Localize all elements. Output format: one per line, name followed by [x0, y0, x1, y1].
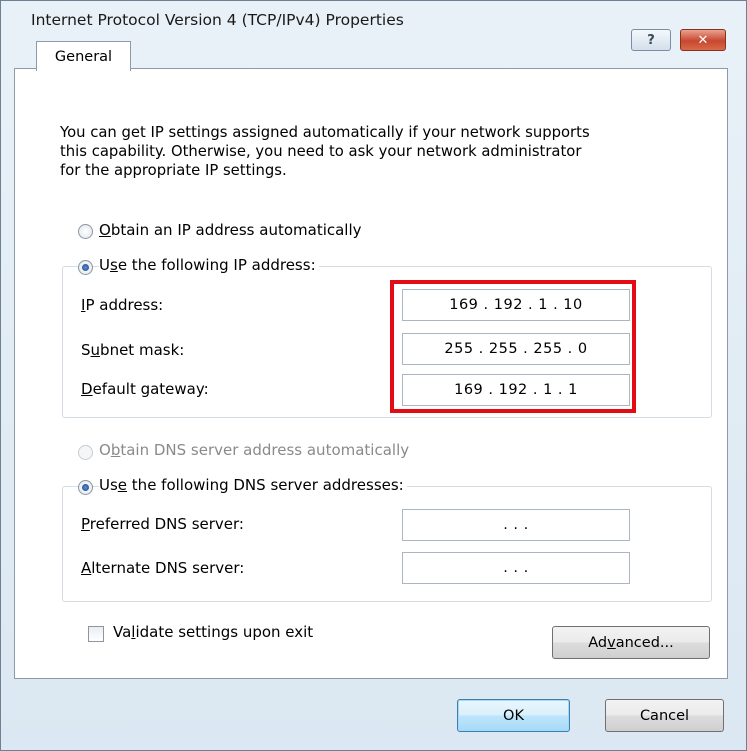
- dns-server-group: [62, 486, 712, 602]
- cancel-button[interactable]: Cancel: [605, 699, 724, 732]
- highlight-box: [390, 280, 636, 413]
- alternate-dns-field[interactable]: . . .: [402, 552, 630, 584]
- title-bar[interactable]: Internet Protocol Version 4 (TCP/IPv4) P…: [1, 1, 746, 51]
- radio-use-following-dns-label[interactable]: Use the following DNS server addresses:: [99, 476, 407, 494]
- radio-use-following-ip[interactable]: [78, 260, 93, 275]
- tab-general[interactable]: General: [36, 41, 131, 71]
- help-button[interactable]: ?: [631, 29, 671, 51]
- preferred-dns-field[interactable]: . . .: [402, 509, 630, 541]
- tab-general-label: General: [54, 48, 113, 65]
- default-gateway-label: Default gateway:: [81, 380, 209, 398]
- subnet-mask-label: Subnet mask:: [81, 341, 185, 359]
- preferred-dns-label: Preferred DNS server:: [81, 515, 244, 533]
- radio-obtain-ip-auto-label[interactable]: Obtain an IP address automatically: [99, 221, 362, 239]
- radio-use-following-ip-label[interactable]: Use the following IP address:: [99, 256, 319, 274]
- validate-settings-checkbox[interactable]: [88, 626, 104, 642]
- window-title: Internet Protocol Version 4 (TCP/IPv4) P…: [31, 11, 404, 29]
- ip-address-label: IP address:: [81, 296, 164, 314]
- radio-obtain-ip-auto[interactable]: [78, 224, 93, 239]
- radio-use-following-dns[interactable]: [78, 480, 93, 495]
- validate-settings-label[interactable]: Validate settings upon exit: [113, 623, 313, 641]
- close-button[interactable]: ✕: [680, 29, 726, 51]
- close-icon: ✕: [697, 32, 709, 48]
- help-icon: ?: [647, 32, 655, 48]
- intro-text: You can get IP settings assigned automat…: [60, 124, 590, 179]
- advanced-button[interactable]: Ad v anced...: [552, 626, 710, 659]
- alternate-dns-label: Alternate DNS server:: [81, 559, 245, 577]
- ok-button[interactable]: OK: [457, 699, 570, 732]
- radio-obtain-dns-auto-label[interactable]: Obtain DNS server address automatically: [99, 441, 409, 459]
- radio-obtain-dns-auto[interactable]: [78, 445, 93, 460]
